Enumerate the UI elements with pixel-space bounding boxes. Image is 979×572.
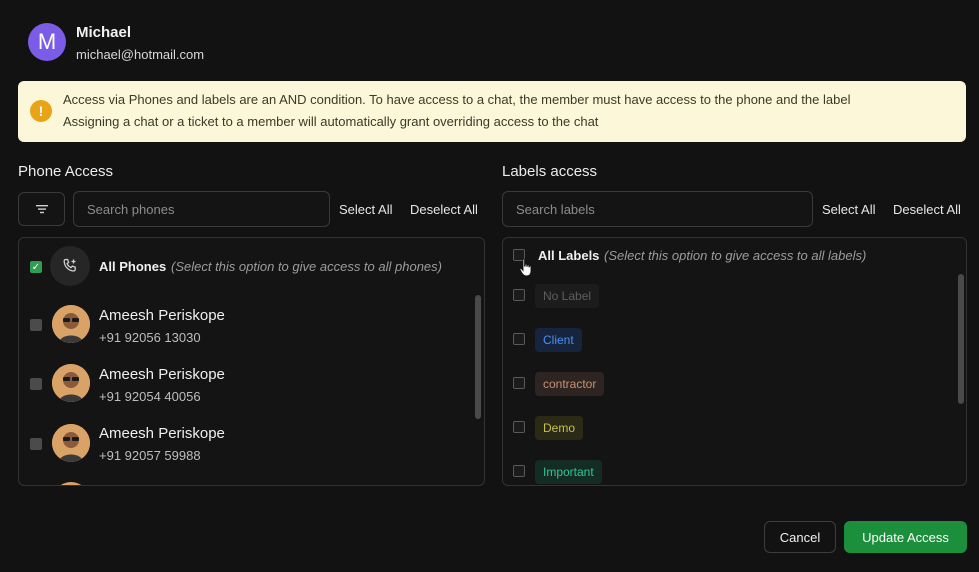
user-name: Michael bbox=[76, 24, 132, 41]
contact-avatar bbox=[52, 364, 90, 402]
labels-list: All Labels (Select this option to give a… bbox=[502, 237, 967, 486]
label-tag: Client bbox=[535, 328, 582, 352]
label-checkbox[interactable] bbox=[513, 333, 525, 345]
all-labels-label: All Labels bbox=[538, 248, 600, 263]
avatar: M bbox=[28, 23, 66, 61]
phones-list: ✓ All Phones (Select this option to give… bbox=[18, 237, 485, 486]
contact-name: Ameesh Periskope bbox=[99, 366, 225, 383]
all-phones-hint: (Select this option to give access to al… bbox=[171, 259, 442, 274]
all-phones-label: All Phones bbox=[99, 259, 167, 274]
contact-phone: +91 92057 59988 bbox=[99, 448, 201, 463]
banner-text-line2: Assigning a chat or a ticket to a member… bbox=[63, 114, 599, 129]
contact-avatar bbox=[52, 305, 90, 343]
list-item[interactable]: contractor bbox=[503, 370, 958, 398]
all-labels-hint: (Select this option to give access to al… bbox=[604, 248, 867, 263]
info-icon: ! bbox=[30, 100, 52, 122]
label-tag: No Label bbox=[535, 284, 600, 308]
list-item[interactable]: Demo bbox=[503, 414, 958, 442]
phone-checkbox[interactable] bbox=[30, 319, 42, 331]
list-item[interactable]: No Label bbox=[503, 282, 958, 310]
labels-deselect-all-button[interactable]: Deselect All bbox=[893, 202, 961, 217]
all-phones-checkbox[interactable]: ✓ bbox=[30, 261, 42, 273]
contact-avatar bbox=[52, 482, 90, 485]
contact-phone: +91 92054 40056 bbox=[99, 389, 201, 404]
label-checkbox[interactable] bbox=[513, 465, 525, 477]
list-item[interactable]: Client bbox=[503, 326, 958, 354]
list-item[interactable]: Ameesh Periskope +91 92056 13030 bbox=[19, 302, 474, 358]
hand-cursor-icon bbox=[519, 258, 532, 277]
label-tag: Important bbox=[535, 460, 602, 484]
list-item[interactable]: Important bbox=[503, 458, 958, 485]
phone-access-title: Phone Access bbox=[18, 163, 114, 180]
contact-phone: +91 92056 13030 bbox=[99, 330, 201, 345]
labels-scrollbar[interactable] bbox=[958, 274, 964, 404]
banner-text-line1: Access via Phones and labels are an AND … bbox=[63, 92, 851, 107]
contact-avatar bbox=[52, 424, 90, 462]
labels-access-title: Labels access bbox=[502, 163, 598, 180]
list-item[interactable]: Ameesh Periskope +91 92054 40056 bbox=[19, 362, 474, 418]
list-item[interactable]: Ameesh Periskope +91 92057 59988 bbox=[19, 421, 474, 477]
contact-name: Ameesh Periskope bbox=[99, 425, 225, 442]
search-labels-input[interactable] bbox=[502, 191, 813, 227]
phone-checkbox[interactable] bbox=[30, 438, 42, 450]
phones-select-all-button[interactable]: Select All bbox=[339, 202, 392, 217]
update-access-button[interactable]: Update Access bbox=[844, 521, 967, 553]
label-checkbox[interactable] bbox=[513, 377, 525, 389]
phones-scrollbar[interactable] bbox=[475, 295, 481, 419]
labels-select-all-button[interactable]: Select All bbox=[822, 202, 875, 217]
phone-add-icon bbox=[63, 258, 76, 272]
user-email: michael@hotmail.com bbox=[76, 47, 205, 62]
info-banner: ! Access via Phones and labels are an AN… bbox=[18, 81, 966, 142]
label-checkbox[interactable] bbox=[513, 421, 525, 433]
phone-circle bbox=[50, 246, 90, 286]
search-phones-input[interactable] bbox=[73, 191, 330, 227]
phones-deselect-all-button[interactable]: Deselect All bbox=[410, 202, 478, 217]
filter-button[interactable] bbox=[18, 192, 65, 226]
label-tag: Demo bbox=[535, 416, 584, 440]
cancel-button[interactable]: Cancel bbox=[764, 521, 836, 553]
label-tag: contractor bbox=[535, 372, 605, 396]
phone-checkbox[interactable] bbox=[30, 378, 42, 390]
label-checkbox[interactable] bbox=[513, 289, 525, 301]
filter-icon bbox=[35, 205, 48, 214]
contact-name: Ameesh Periskope bbox=[99, 307, 225, 324]
